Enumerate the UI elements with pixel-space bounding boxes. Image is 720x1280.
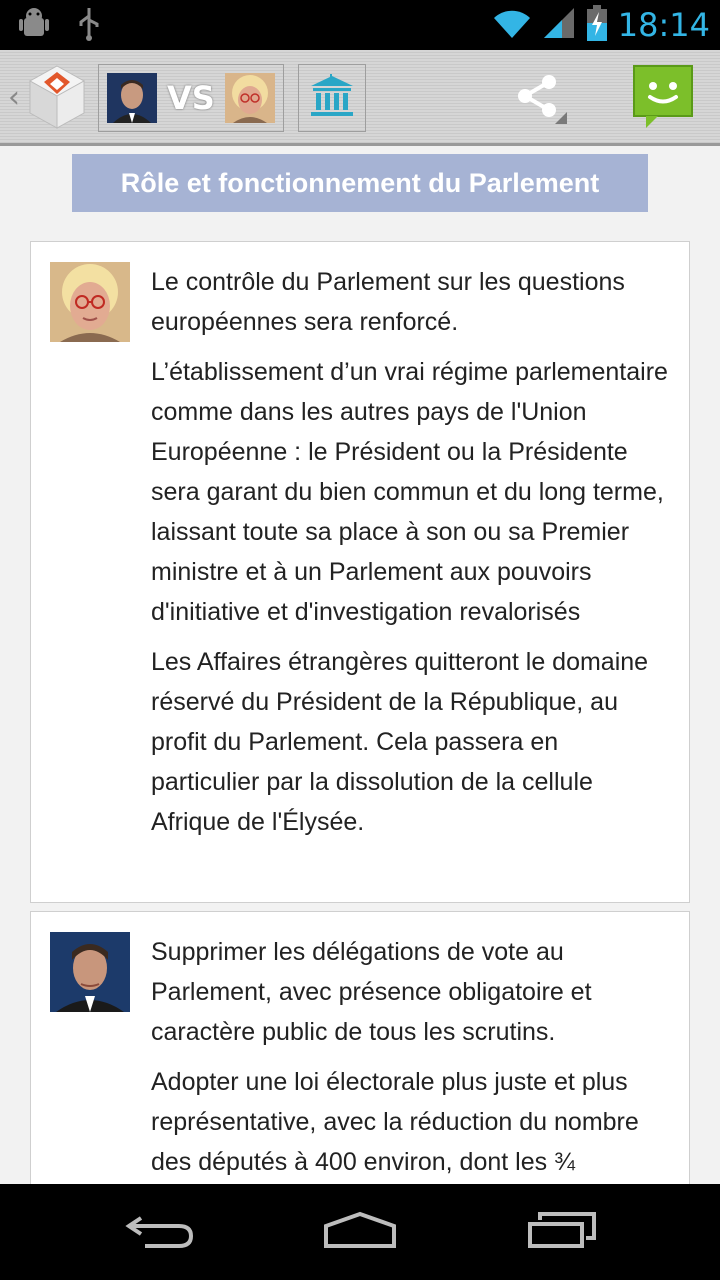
proposal-paragraph: L’établissement d’un vrai régime parleme…	[151, 358, 668, 626]
android-debug-icon	[16, 6, 52, 46]
proposal-paragraph: Le contrôle du Parlement sur les questio…	[151, 268, 625, 336]
up-caret-icon[interactable]: ‹	[8, 80, 20, 115]
vs-label: VS	[167, 79, 215, 117]
versus-selector[interactable]: VS	[98, 64, 284, 132]
navigation-bar	[0, 1184, 720, 1280]
candidate-avatar-male	[50, 932, 130, 1012]
share-button[interactable]	[494, 64, 584, 132]
parliament-icon	[309, 74, 355, 122]
signal-icon	[542, 6, 576, 44]
proposal-paragraph: Supprimer les délégations de vote au Par…	[151, 938, 592, 1046]
candidate-avatar-left	[107, 73, 157, 123]
proposal-paragraph: Adopter une loi électorale plus juste et…	[151, 1068, 639, 1176]
proposal-paragraph: Les Affaires étrangères quitteront le do…	[151, 648, 649, 836]
proposal-text: Le contrôle du Parlement sur les questio…	[151, 262, 671, 852]
chat-smiley-icon	[632, 65, 694, 134]
usb-icon	[74, 6, 104, 46]
action-bar: ‹ VS	[0, 50, 720, 146]
proposal-card: Le contrôle du Parlement sur les questio…	[30, 241, 690, 903]
wifi-icon	[492, 6, 532, 44]
share-icon	[509, 66, 569, 130]
topic-title: Rôle et fonctionnement du Parlement	[72, 154, 648, 212]
proposal-card: Supprimer les délégations de vote au Par…	[30, 911, 690, 1201]
clock: 18:14	[617, 6, 710, 44]
battery-charging-icon	[586, 5, 608, 45]
recent-apps-button[interactable]	[522, 1204, 602, 1260]
back-icon	[125, 1210, 195, 1254]
candidate-avatar-female	[50, 262, 130, 342]
app-logo-icon[interactable]	[28, 64, 86, 130]
proposal-text: Supprimer les délégations de vote au Par…	[151, 932, 671, 1192]
recent-apps-icon	[526, 1210, 598, 1254]
parliament-button[interactable]	[298, 64, 366, 132]
candidate-avatar-right	[224, 73, 275, 123]
home-button[interactable]	[320, 1204, 400, 1260]
home-icon	[322, 1210, 398, 1254]
chat-button[interactable]	[632, 64, 698, 134]
status-bar: 18:14	[0, 0, 720, 50]
back-button[interactable]	[120, 1204, 200, 1260]
